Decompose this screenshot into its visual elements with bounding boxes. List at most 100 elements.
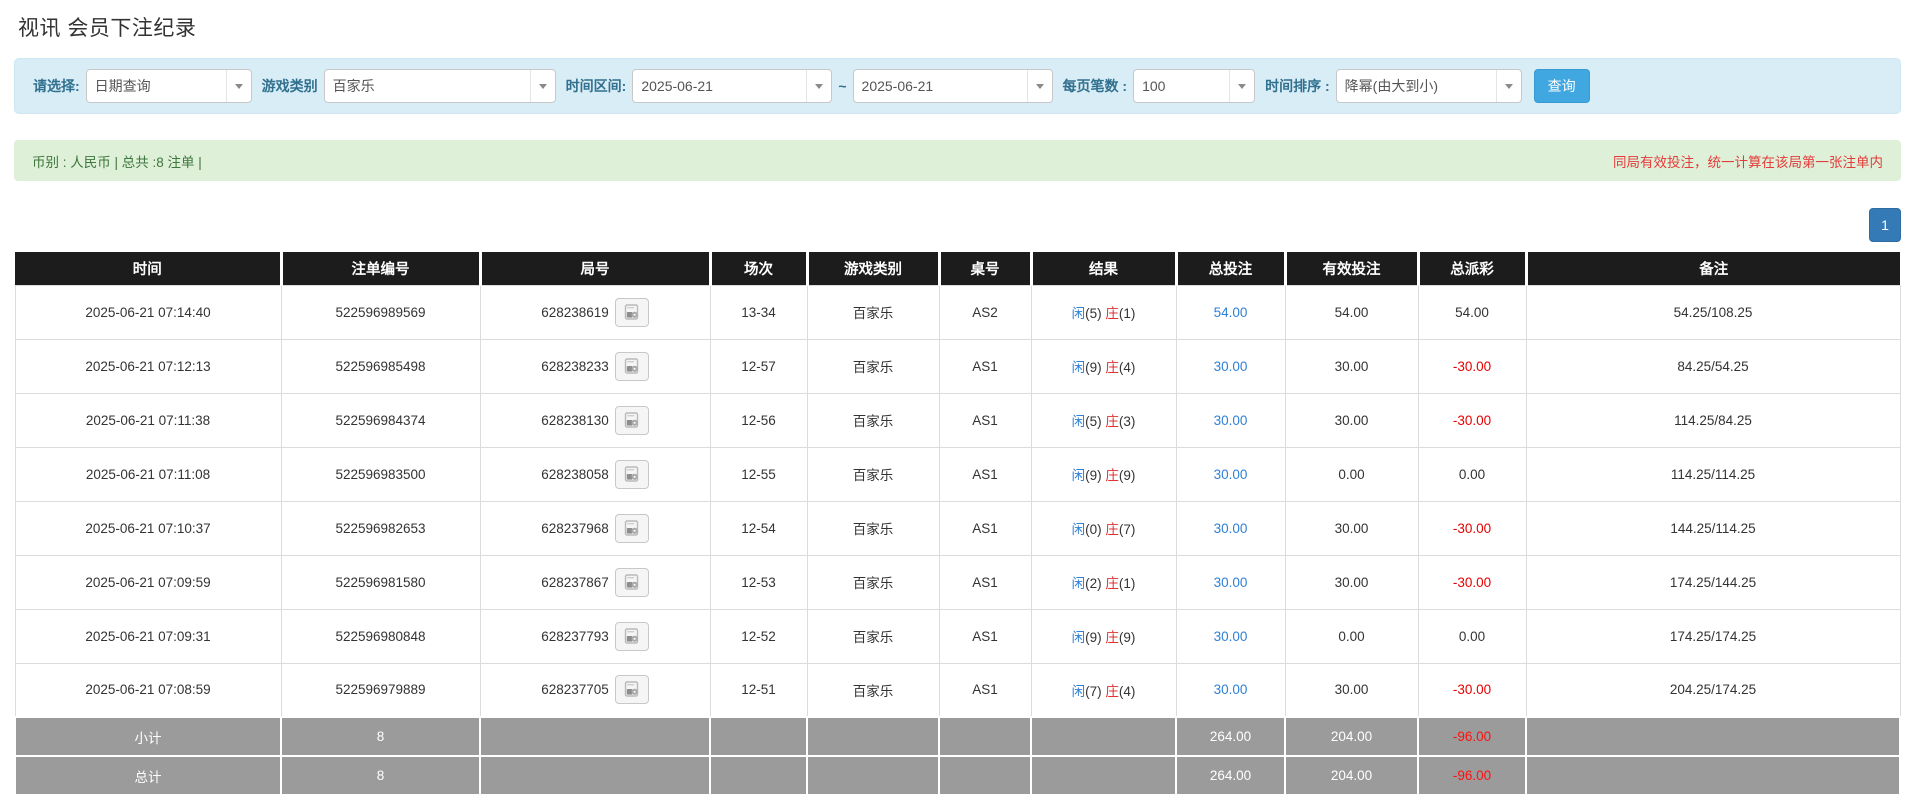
- round-number-cell: 628238233: [480, 339, 710, 393]
- banker-result: 庄: [1105, 414, 1119, 429]
- game-type-cell: 百家乐: [807, 393, 939, 447]
- total-bet-link[interactable]: 54.00: [1214, 305, 1248, 320]
- query-mode-select[interactable]: 日期查询: [86, 69, 252, 103]
- time-cell: 2025-06-21 07:11:38: [15, 393, 281, 447]
- grand-total-row-count-cell: 8: [281, 756, 480, 795]
- query-button[interactable]: 查询: [1534, 69, 1590, 103]
- bet-number-cell: 522596981580: [281, 555, 480, 609]
- video-replay-button[interactable]: [615, 298, 649, 327]
- video-replay-button[interactable]: [615, 568, 649, 597]
- video-replay-button[interactable]: [615, 514, 649, 543]
- time-sort-select[interactable]: 降幂(由大到小): [1336, 69, 1522, 103]
- banker-points: (1): [1119, 576, 1136, 591]
- chevron-down-icon[interactable]: [1496, 70, 1521, 102]
- page-root: 视讯 会员下注纪录 请选择: 日期查询 游戏类别 百家乐 时间区间: 2025-…: [0, 0, 1915, 796]
- valid-bet-cell: 54.00: [1285, 285, 1418, 339]
- video-replay-button[interactable]: [615, 352, 649, 381]
- session-cell: 12-51: [710, 663, 807, 717]
- session-cell: 12-52: [710, 609, 807, 663]
- round-number-wrap: 628238233: [541, 352, 649, 381]
- player-points: (9): [1085, 630, 1105, 645]
- player-result: 闲: [1072, 576, 1086, 591]
- banker-points: (9): [1119, 630, 1136, 645]
- payout-cell: 0.00: [1418, 609, 1526, 663]
- game-type-value: 百家乐: [325, 76, 530, 96]
- result-cell: 闲(9) 庄(9): [1031, 609, 1176, 663]
- game-type-cell: 百家乐: [807, 609, 939, 663]
- round-number-cell: 628237705: [480, 663, 710, 717]
- player-points: (9): [1085, 468, 1105, 483]
- page-size-select[interactable]: 100: [1133, 69, 1255, 103]
- bet-number-cell: 522596984374: [281, 393, 480, 447]
- video-replay-button[interactable]: [615, 406, 649, 435]
- grand-total-row-total-bet-cell: 264.00: [1176, 756, 1285, 795]
- date-to-select[interactable]: 2025-06-21: [853, 69, 1053, 103]
- payout-cell: -30.00: [1418, 393, 1526, 447]
- result-cell: 闲(9) 庄(9): [1031, 447, 1176, 501]
- pagination-page-1[interactable]: 1: [1869, 208, 1901, 242]
- total-bet-link[interactable]: 30.00: [1214, 575, 1248, 590]
- time-cell: 2025-06-21 07:08:59: [15, 663, 281, 717]
- column-header-4: 游戏类别: [807, 252, 939, 285]
- table-number-cell: AS1: [939, 393, 1031, 447]
- total-bet-link[interactable]: 30.00: [1214, 629, 1248, 644]
- subtotal-row-valid-bet-cell: 204.00: [1285, 717, 1418, 756]
- video-replay-button[interactable]: [615, 675, 649, 704]
- grand-total-row-remark-cell: [1526, 756, 1900, 795]
- game-type-select[interactable]: 百家乐: [324, 69, 556, 103]
- table-row: 2025-06-21 07:14:40522596989569628238619…: [15, 285, 1900, 339]
- player-points: (5): [1085, 306, 1105, 321]
- total-bet-link[interactable]: 30.00: [1214, 682, 1248, 697]
- chevron-down-icon[interactable]: [806, 70, 831, 102]
- pagination: 1: [14, 208, 1901, 242]
- total-bet-cell: 30.00: [1176, 339, 1285, 393]
- time-cell: 2025-06-21 07:10:37: [15, 501, 281, 555]
- column-header-5: 桌号: [939, 252, 1031, 285]
- round-number: 628237867: [541, 575, 609, 590]
- round-number: 628237793: [541, 629, 609, 644]
- grand-total-row-table-cell: [939, 756, 1031, 795]
- video-replay-button[interactable]: [615, 460, 649, 489]
- tilde-separator: ~: [838, 78, 846, 94]
- result-cell: 闲(5) 庄(1): [1031, 285, 1176, 339]
- player-points: (0): [1085, 522, 1105, 537]
- result-cell: 闲(0) 庄(7): [1031, 501, 1176, 555]
- payout-cell: 0.00: [1418, 447, 1526, 501]
- round-number: 628238233: [541, 359, 609, 374]
- banker-points: (9): [1119, 468, 1136, 483]
- page-size-value: 100: [1134, 78, 1229, 94]
- video-file-icon: [622, 412, 641, 429]
- total-bet-cell: 30.00: [1176, 663, 1285, 717]
- total-bet-link[interactable]: 30.00: [1214, 521, 1248, 536]
- total-bet-link[interactable]: 30.00: [1214, 359, 1248, 374]
- player-result: 闲: [1072, 630, 1086, 645]
- session-cell: 12-57: [710, 339, 807, 393]
- chevron-down-icon[interactable]: [1229, 70, 1254, 102]
- chevron-down-icon[interactable]: [1027, 70, 1052, 102]
- round-number-wrap: 628237793: [541, 622, 649, 651]
- total-bet-link[interactable]: 30.00: [1214, 467, 1248, 482]
- game-type-cell: 百家乐: [807, 555, 939, 609]
- session-cell: 12-54: [710, 501, 807, 555]
- column-header-0: 时间: [15, 252, 281, 285]
- banker-result: 庄: [1105, 306, 1119, 321]
- valid-bet-cell: 30.00: [1285, 393, 1418, 447]
- column-header-2: 局号: [480, 252, 710, 285]
- table-row: 2025-06-21 07:12:13522596985498628238233…: [15, 339, 1900, 393]
- session-cell: 12-53: [710, 555, 807, 609]
- table-row: 2025-06-21 07:08:59522596979889628237705…: [15, 663, 1900, 717]
- table-row: 2025-06-21 07:09:31522596980848628237793…: [15, 609, 1900, 663]
- valid-bet-cell: 30.00: [1285, 663, 1418, 717]
- player-points: (9): [1085, 360, 1105, 375]
- game-type-cell: 百家乐: [807, 285, 939, 339]
- payout-cell: -30.00: [1418, 339, 1526, 393]
- grand-total-row-session-cell: [710, 756, 807, 795]
- subtotal-row-game-cell: [807, 717, 939, 756]
- bet-number-cell: 522596985498: [281, 339, 480, 393]
- chevron-down-icon[interactable]: [530, 70, 555, 102]
- date-from-select[interactable]: 2025-06-21: [632, 69, 832, 103]
- total-bet-link[interactable]: 30.00: [1214, 413, 1248, 428]
- video-replay-button[interactable]: [615, 622, 649, 651]
- chevron-down-icon[interactable]: [226, 70, 251, 102]
- valid-bet-cell: 0.00: [1285, 609, 1418, 663]
